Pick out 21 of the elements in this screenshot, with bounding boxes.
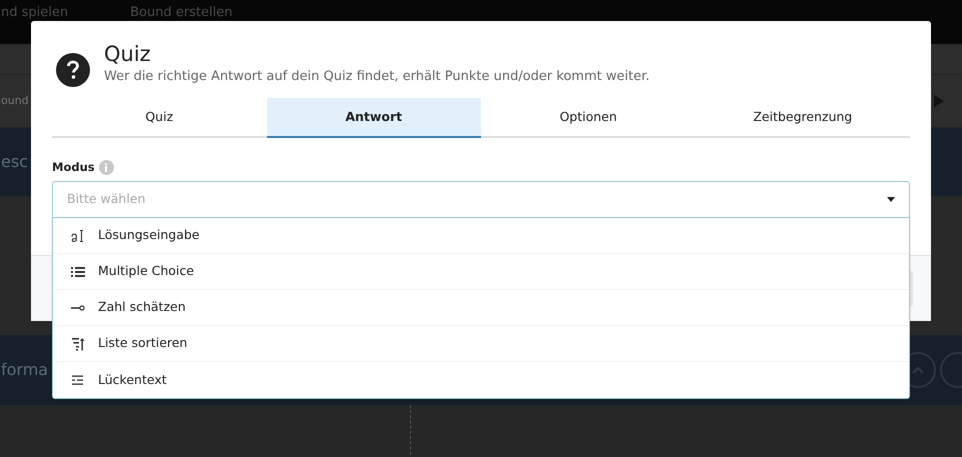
dropdown-option[interactable]: Zahl schätzen bbox=[53, 290, 909, 326]
dialog-title: Quiz bbox=[104, 41, 152, 68]
field-label: Modus bbox=[52, 159, 95, 176]
sort-icon bbox=[70, 336, 86, 352]
dropdown-option[interactable]: Multiple Choice bbox=[53, 254, 909, 290]
tab[interactable]: Zeitbegrenzung bbox=[696, 98, 910, 138]
section-title: esc bbox=[1, 151, 28, 173]
dropdown-option[interactable]: Lückentext bbox=[53, 362, 909, 398]
dropdown-option[interactable]: Lösungseingabe bbox=[53, 218, 909, 254]
tab[interactable]: Antwort bbox=[266, 98, 481, 138]
chevron-up-icon bbox=[911, 365, 925, 375]
play-icon bbox=[934, 95, 944, 107]
text-cursor-icon bbox=[70, 228, 86, 244]
tab[interactable]: Optionen bbox=[481, 98, 696, 138]
dialog-subtitle: Wer die richtige Antwort auf dein Quiz findet, erhält Punkte und/oder kommt weiter. bbox=[104, 69, 650, 85]
dropdown-option[interactable]: Liste sortieren bbox=[53, 326, 909, 362]
breadcrumb: ound bbox=[1, 92, 29, 109]
select-placeholder: Bitte wählen bbox=[67, 190, 146, 208]
section-title: forma bbox=[1, 359, 48, 381]
help-icon bbox=[56, 53, 90, 87]
info-icon bbox=[98, 160, 114, 176]
